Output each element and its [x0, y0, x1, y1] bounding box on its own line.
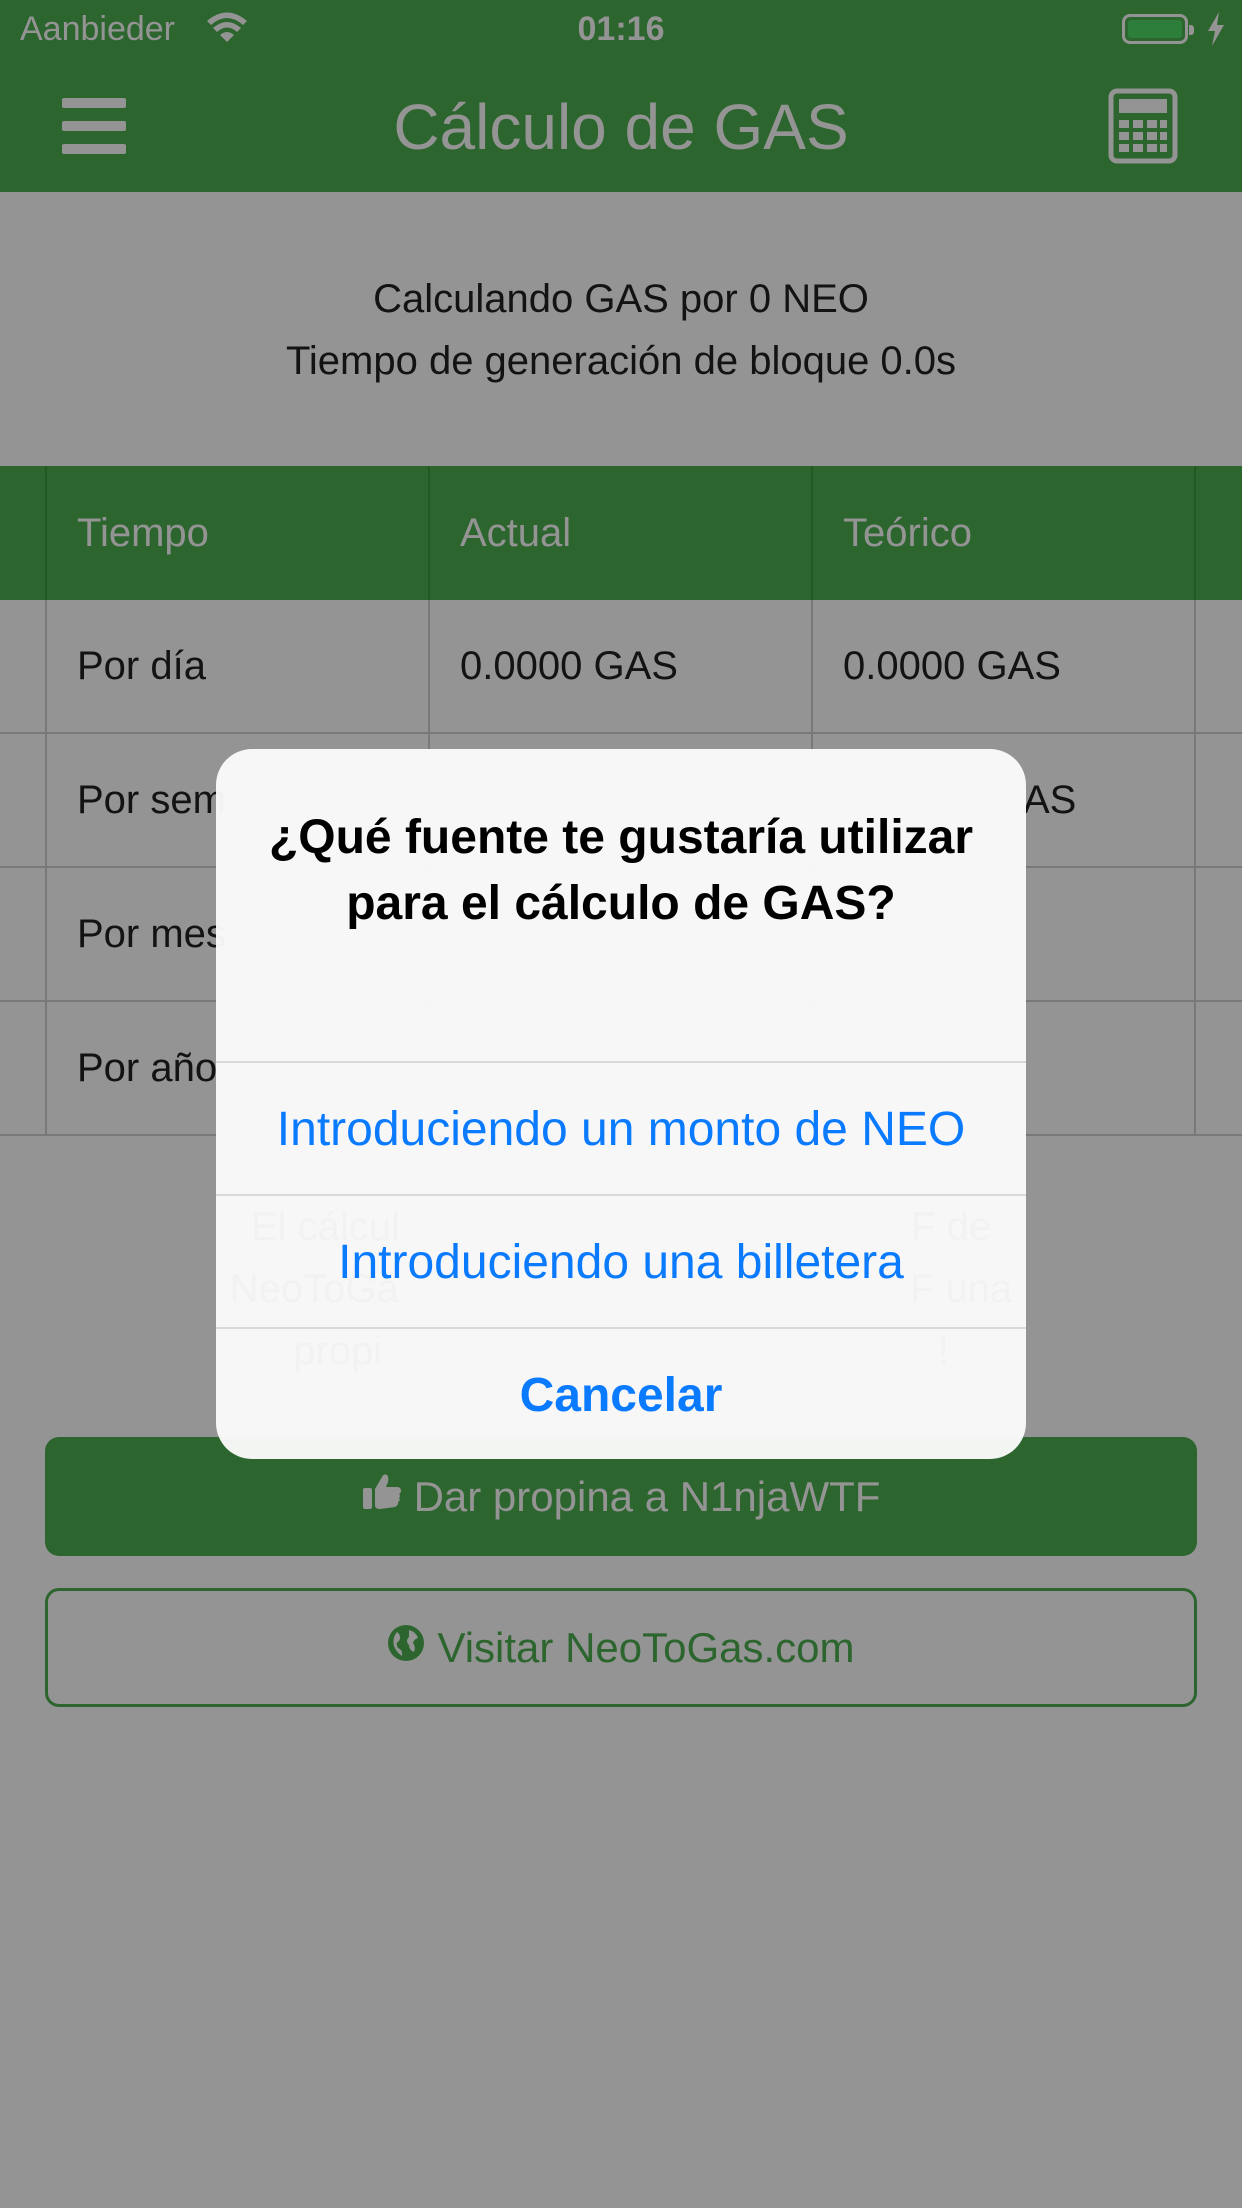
alert-title: ¿Qué fuente te gustaría utilizar para el…	[268, 811, 974, 930]
option-neo-amount-button[interactable]: Introduciendo un monto de NEO	[216, 1061, 1026, 1195]
option-wallet-button[interactable]: Introduciendo una billetera	[216, 1194, 1026, 1328]
cancel-button[interactable]: Cancelar	[216, 1327, 1026, 1459]
source-alert-dialog: ¿Qué fuente te gustaría utilizar para el…	[216, 749, 1026, 1459]
